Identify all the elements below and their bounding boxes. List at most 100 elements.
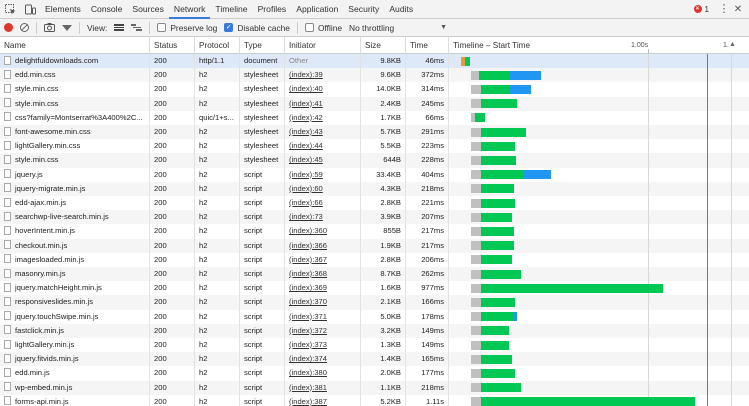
cell-size: 1.7KB: [361, 110, 406, 125]
cell-time: 218ms: [406, 380, 449, 395]
cell-initiator[interactable]: (index):370: [285, 295, 361, 310]
disable-cache-checkbox[interactable]: ✓ Disable cache: [224, 19, 290, 37]
clear-button[interactable]: [20, 19, 29, 37]
column-header-protocol[interactable]: Protocol: [195, 37, 240, 54]
cell-type: script: [240, 309, 285, 324]
timeline-download-bar: [514, 312, 517, 322]
cell-initiator[interactable]: (index):373: [285, 338, 361, 353]
cell-protocol: h2: [195, 153, 240, 168]
cell-initiator[interactable]: (index):73: [285, 210, 361, 225]
divider: [149, 21, 151, 34]
column-header-name[interactable]: Name: [0, 37, 150, 54]
timeline-waiting-bar: [481, 312, 514, 322]
close-icon[interactable]: ✕: [731, 0, 745, 19]
tab-timeline[interactable]: Timeline: [210, 0, 252, 19]
timeline-waiting-bar: [465, 56, 470, 66]
tab-audits[interactable]: Audits: [384, 0, 418, 19]
cell-time: 149ms: [406, 323, 449, 338]
cell-initiator[interactable]: (index):44: [285, 139, 361, 154]
file-icon: [4, 339, 11, 349]
sort-arrow-icon[interactable]: ▲: [729, 41, 736, 48]
cell-initiator[interactable]: (index):360: [285, 224, 361, 239]
column-header-timeline[interactable]: Timeline – Start Time: [449, 37, 749, 54]
request-name: style.min.css: [15, 84, 59, 94]
cell-initiator[interactable]: (index):42: [285, 110, 361, 125]
cell-initiator: Other: [285, 54, 361, 69]
cell-name: jquery.fitvids.min.js: [0, 352, 150, 367]
tab-elements[interactable]: Elements: [40, 0, 86, 19]
cell-type: script: [240, 267, 285, 282]
cell-initiator[interactable]: (index):45: [285, 153, 361, 168]
cell-initiator[interactable]: (index):43: [285, 125, 361, 140]
file-icon: [4, 140, 11, 150]
column-header-size[interactable]: Size: [361, 37, 406, 54]
cell-type: stylesheet: [240, 96, 285, 111]
tab-sources[interactable]: Sources: [127, 0, 169, 19]
capture-screenshots-button[interactable]: [44, 19, 55, 37]
column-header-initiator[interactable]: Initiator: [285, 37, 361, 54]
cell-initiator[interactable]: (index):380: [285, 366, 361, 381]
cell-protocol: h2: [195, 224, 240, 239]
file-icon: [4, 225, 11, 235]
column-header-status[interactable]: Status: [150, 37, 195, 54]
waterfall-icon: [131, 24, 143, 31]
column-header-type[interactable]: Type: [240, 37, 285, 54]
cell-initiator[interactable]: (index):381: [285, 380, 361, 395]
column-header-time[interactable]: Time: [406, 37, 449, 54]
tab-application[interactable]: Application: [291, 0, 343, 19]
offline-checkbox[interactable]: Offline: [304, 19, 342, 37]
timeline-waiting-bar: [479, 70, 509, 80]
device-toolbar-icon[interactable]: [20, 0, 40, 19]
cell-type: script: [240, 167, 285, 182]
cell-initiator[interactable]: (index):40: [285, 82, 361, 97]
cell-initiator[interactable]: (index):59: [285, 167, 361, 182]
throttling-select[interactable]: No throttling ▼: [349, 19, 447, 37]
cell-type: script: [240, 394, 285, 406]
cell-size: 5.2KB: [361, 394, 406, 406]
inspect-element-icon[interactable]: [0, 0, 20, 19]
cell-initiator[interactable]: (index):41: [285, 96, 361, 111]
cell-initiator[interactable]: (index):371: [285, 309, 361, 324]
filter-button[interactable]: [62, 19, 72, 37]
timeline-waiting-bar: [481, 326, 509, 336]
cell-initiator[interactable]: (index):66: [285, 196, 361, 211]
checkbox-unchecked[interactable]: [304, 23, 314, 32]
checkbox-unchecked[interactable]: [157, 23, 167, 32]
cell-status: 200: [150, 267, 195, 282]
request-name: imagesloaded.min.js: [15, 254, 85, 264]
error-counter[interactable]: × 1: [693, 5, 709, 14]
cell-name: masonry.min.js: [0, 267, 150, 282]
cell-initiator[interactable]: (index):39: [285, 68, 361, 83]
cell-size: 4.3KB: [361, 181, 406, 196]
cell-status: 200: [150, 295, 195, 310]
cell-initiator[interactable]: (index):367: [285, 252, 361, 267]
large-rows-button[interactable]: [114, 19, 125, 37]
record-button[interactable]: [4, 19, 13, 37]
checkmark-icon[interactable]: ✓: [224, 23, 234, 32]
overview-button[interactable]: [131, 19, 143, 37]
cell-status: 200: [150, 338, 195, 353]
timeline-waiting-bar: [481, 184, 514, 194]
preserve-log-checkbox[interactable]: Preserve log: [157, 19, 217, 37]
tab-console[interactable]: Console: [86, 0, 128, 19]
cell-initiator[interactable]: (index):369: [285, 281, 361, 296]
cell-initiator[interactable]: (index):374: [285, 352, 361, 367]
cell-initiator[interactable]: (index):366: [285, 238, 361, 253]
tab-security[interactable]: Security: [343, 0, 384, 19]
tab-network[interactable]: Network: [168, 0, 211, 19]
file-icon: [4, 83, 11, 93]
cell-type: stylesheet: [240, 68, 285, 83]
tab-profiles[interactable]: Profiles: [253, 0, 292, 19]
cell-status: 200: [150, 380, 195, 395]
cell-initiator[interactable]: (index):372: [285, 323, 361, 338]
cell-initiator[interactable]: (index):387: [285, 394, 361, 406]
timeline-stalled-bar: [471, 241, 481, 251]
cell-initiator[interactable]: (index):368: [285, 267, 361, 282]
file-icon: [4, 211, 11, 221]
file-icon: [4, 112, 11, 122]
request-name: style.min.css: [15, 155, 59, 165]
cell-name: lightGallery.min.js: [0, 338, 150, 353]
cell-type: script: [240, 224, 285, 239]
more-options-icon[interactable]: ⋮: [717, 0, 731, 19]
cell-initiator[interactable]: (index):60: [285, 181, 361, 196]
